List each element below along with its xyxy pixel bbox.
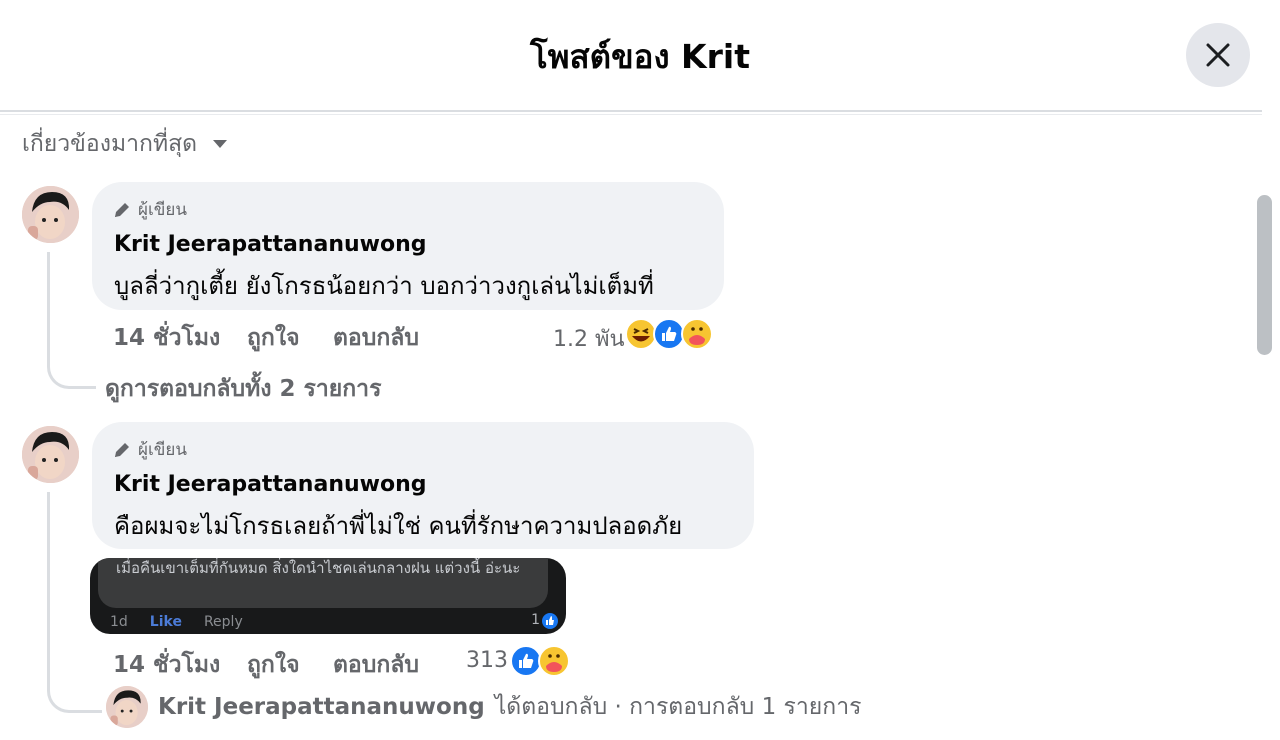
comment-text: บูลลี่ว่ากูเตี้ย ยังโกรธน้อยกว่า บอกว่าว… xyxy=(114,272,654,300)
comment-bubble: ผู้เขียน Krit Jeerapattananuwong บูลลี่ว… xyxy=(92,182,724,310)
caret-down-icon xyxy=(213,140,228,148)
attachment-like-count: 1 xyxy=(531,612,540,628)
like-reaction-icon xyxy=(542,613,558,629)
reaction-count[interactable]: 313 xyxy=(466,648,508,673)
like-button[interactable]: ถูกใจ xyxy=(247,647,300,683)
reply-button[interactable]: ตอบกลับ xyxy=(333,647,419,683)
attachment-like-label: Like xyxy=(149,614,182,630)
close-button[interactable] xyxy=(1186,23,1250,87)
view-replies-link[interactable]: ดูการตอบกลับทั้ง 2 รายการ xyxy=(105,371,381,407)
reaction-icons[interactable] xyxy=(509,644,571,678)
author-badge-label: ผู้เขียน xyxy=(138,200,187,220)
comment-timestamp[interactable]: 14 ชั่วโมง xyxy=(113,320,220,356)
dialog-header: โพสต์ของ Krit xyxy=(0,0,1280,110)
care-reaction-icon xyxy=(538,645,570,677)
reply-summary: ได้ตอบกลับ · การตอบกลับ 1 รายการ xyxy=(494,694,862,720)
author-badge: ผู้เขียน xyxy=(112,196,187,223)
reaction-icons[interactable] xyxy=(624,317,714,351)
attachment-footer: 1d Like Reply xyxy=(110,614,243,630)
sort-dropdown[interactable]: เกี่ยวข้องมากที่สุด xyxy=(22,126,229,162)
attachment-bubble: เมื่อคืนเขาเต็มที่กันหมด สิ่งใดนำไชคเล่น… xyxy=(98,558,548,608)
avatar xyxy=(106,686,148,728)
author-badge-label: ผู้เขียน xyxy=(138,440,187,460)
avatar[interactable] xyxy=(22,426,79,483)
avatar[interactable] xyxy=(22,186,79,243)
dialog-title: โพสต์ของ Krit xyxy=(530,37,750,76)
like-button[interactable]: ถูกใจ xyxy=(247,320,300,356)
header-divider xyxy=(0,110,1262,112)
reply-author: Krit Jeerapattananuwong xyxy=(158,694,485,720)
reply-button[interactable]: ตอบกลับ xyxy=(333,320,419,356)
comment-image-attachment[interactable]: เมื่อคืนเขาเต็มที่กันหมด สิ่งใดนำไชคเล่น… xyxy=(90,558,566,634)
pen-icon xyxy=(115,202,129,217)
replies-summary-link[interactable]: Krit Jeerapattananuwong ได้ตอบกลับ · การ… xyxy=(106,686,861,728)
care-reaction-icon xyxy=(681,318,713,350)
reaction-count[interactable]: 1.2 พัน xyxy=(553,321,625,356)
comment-timestamp[interactable]: 14 ชั่วโมง xyxy=(113,647,220,683)
attachment-text: เมื่อคืนเขาเต็มที่กันหมด สิ่งใดนำไชคเล่น… xyxy=(116,559,521,577)
sort-label: เกี่ยวข้องมากที่สุด xyxy=(22,131,198,157)
thread-connector xyxy=(47,252,96,389)
attachment-reply-label: Reply xyxy=(203,614,243,630)
comment-author-link[interactable]: Krit Jeerapattananuwong xyxy=(114,472,427,497)
scrollbar-thumb[interactable] xyxy=(1257,195,1272,355)
comment-author-link[interactable]: Krit Jeerapattananuwong xyxy=(114,232,427,257)
comment-bubble: ผู้เขียน Krit Jeerapattananuwong คือผมจะ… xyxy=(92,422,754,549)
comment-text: คือผมจะไม่โกรธเลยถ้าพี่ไม่ใช่ คนที่รักษา… xyxy=(114,512,683,540)
header-divider-shadow xyxy=(0,114,1262,115)
author-badge: ผู้เขียน xyxy=(112,436,187,463)
attachment-age: 1d xyxy=(110,614,128,630)
close-icon xyxy=(1206,43,1230,67)
pen-icon xyxy=(115,442,129,457)
